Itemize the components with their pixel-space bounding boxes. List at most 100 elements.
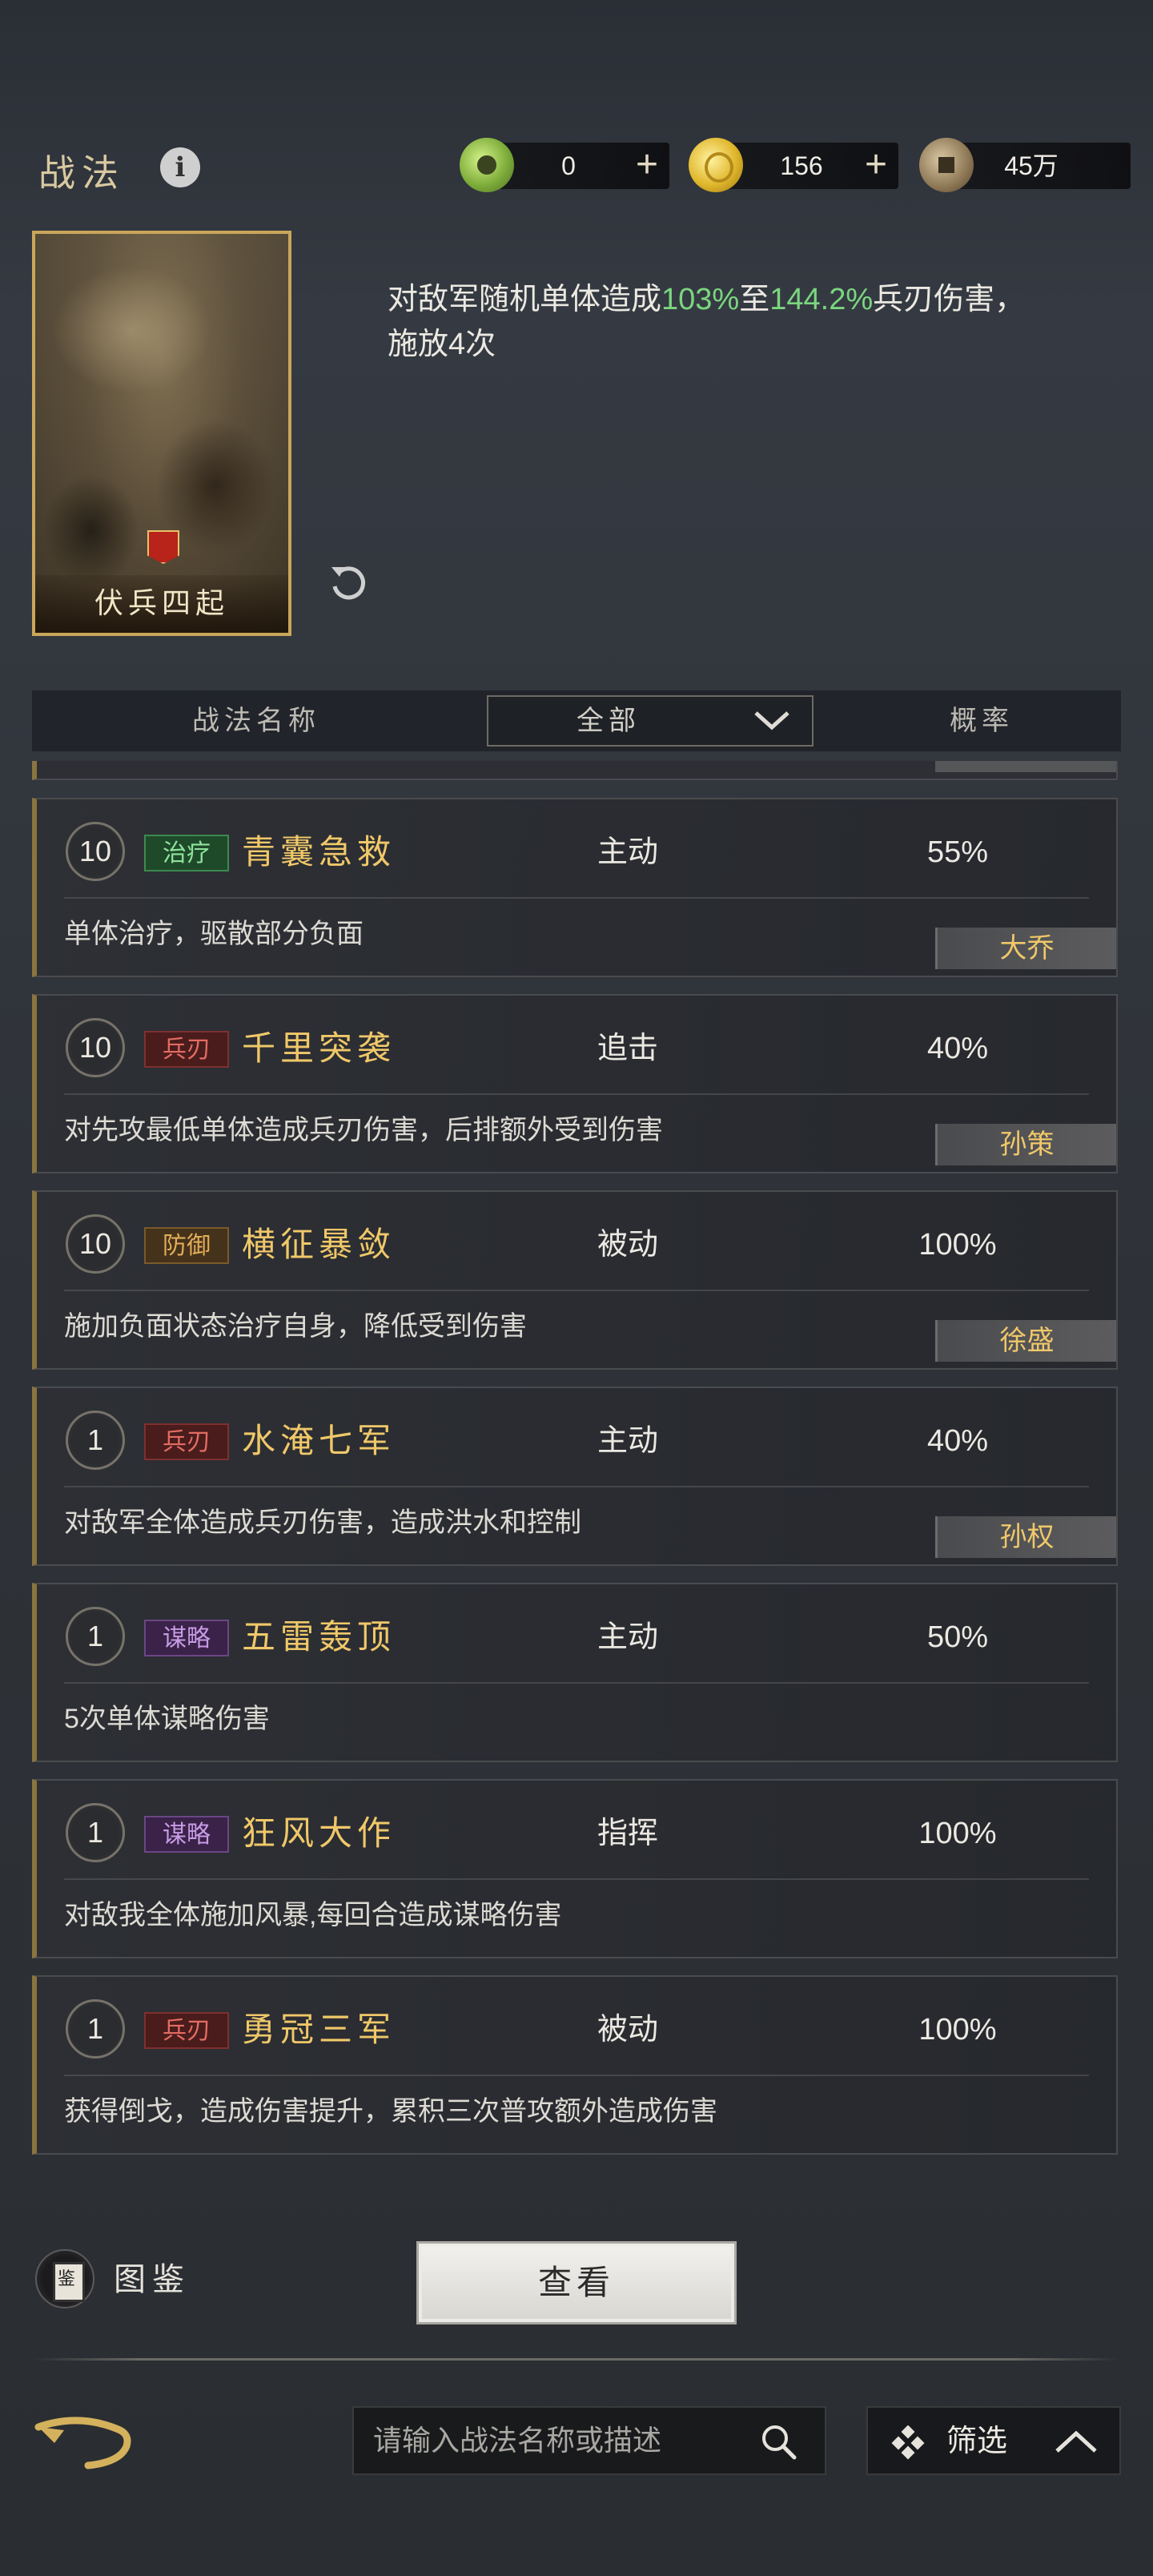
copper-coin-icon [919, 138, 974, 192]
list-item-partial [32, 761, 1118, 780]
skill-tag: 防御 [144, 1227, 229, 1264]
skill-name: 勇冠三军 [242, 2010, 396, 2049]
skill-type: 追击 [597, 1032, 659, 1065]
view-button[interactable]: 查看 [416, 2241, 737, 2324]
skill-card[interactable]: 伏兵四起 [32, 231, 291, 636]
skill-rate: 40% [926, 1032, 989, 1065]
skill-level: 10 [66, 1214, 125, 1274]
divider [64, 1093, 1089, 1095]
skill-description: 单体治疗，驱散部分负面 [64, 919, 364, 949]
skill-description: 5次单体谋略伤害 [64, 1704, 270, 1734]
list-item[interactable]: 1 谋略 狂风大作 指挥 100% 对敌我全体施加风暴,每回合造成谋略伤害 [32, 1779, 1118, 1958]
skill-name: 五雷轰顶 [242, 1617, 396, 1656]
divider [64, 897, 1089, 899]
chevron-down-icon [754, 711, 789, 731]
filter-value: 全部 [576, 705, 641, 737]
skill-rate: 100% [918, 1228, 997, 1262]
hero-tag: 徐盛 [935, 1320, 1116, 1362]
list-item[interactable]: 10 兵刃 千里突袭 追击 40% 对先攻最低单体造成兵刃伤害，后排额外受到伤害… [32, 994, 1118, 1173]
skill-level: 1 [66, 1607, 125, 1666]
divider [64, 1682, 1089, 1684]
skill-tag: 治疗 [144, 835, 229, 871]
jade-coin-icon [460, 138, 514, 192]
skill-level: 1 [66, 1411, 125, 1470]
list-item[interactable]: 10 治疗 青囊急救 主动 55% 单体治疗，驱散部分负面 大乔 [32, 798, 1118, 977]
desc-max-value: 144.2% [769, 283, 874, 316]
skill-name: 千里突袭 [242, 1028, 396, 1068]
add-gold-button[interactable]: + [865, 144, 887, 186]
filter-icon [891, 2425, 925, 2460]
skill-type: 指挥 [597, 1817, 659, 1850]
divider [64, 2075, 1089, 2076]
add-jade-button[interactable]: + [636, 144, 658, 186]
skill-description: 施加负面状态治疗自身，降低受到伤害 [64, 1311, 527, 1342]
list-item[interactable]: 1 谋略 五雷轰顶 主动 50% 5次单体谋略伤害 [32, 1583, 1118, 1762]
list-item[interactable]: 1 兵刃 水淹七军 主动 40% 对敌军全体造成兵刃伤害，造成洪水和控制 孙权 [32, 1387, 1118, 1566]
skill-level: 10 [66, 1018, 125, 1077]
skill-tag: 谋略 [144, 1620, 229, 1656]
skill-type: 被动 [597, 2013, 659, 2047]
skill-description: 对先攻最低单体造成兵刃伤害，后排额外受到伤害 [64, 1115, 663, 1145]
desc-min-value: 103% [661, 283, 740, 316]
skill-rate: 40% [926, 1424, 989, 1458]
chevron-up-icon[interactable] [1054, 2427, 1099, 2456]
table-header: 战法名称 全部 概率 [32, 690, 1121, 751]
card-skill-name: 伏兵四起 [35, 575, 288, 633]
skill-level: 10 [66, 822, 125, 881]
card-badge-icon [147, 530, 179, 564]
filter-label: 筛选 [946, 2425, 1008, 2458]
refresh-icon[interactable] [327, 561, 370, 604]
skill-type: 主动 [597, 1424, 659, 1458]
skill-level: 1 [66, 1999, 125, 2059]
col-rate: 概率 [950, 705, 1014, 737]
info-icon[interactable]: i [160, 147, 200, 187]
skill-type: 主动 [597, 835, 659, 869]
gold-coin-icon [689, 138, 743, 192]
skill-name: 狂风大作 [242, 1813, 396, 1853]
skill-tag: 兵刃 [144, 1423, 229, 1460]
search-input[interactable] [373, 2408, 741, 2473]
jade-amount: 0 [561, 151, 576, 180]
desc-text: 对敌军随机单体造成 [388, 283, 662, 316]
skill-list[interactable]: 10 治疗 青囊急救 主动 55% 单体治疗，驱散部分负面 大乔 10 兵刃 千… [32, 761, 1121, 2155]
divider [64, 1486, 1089, 1487]
list-item[interactable]: 10 防御 横征暴敛 被动 100% 施加负面状态治疗自身，降低受到伤害 徐盛 [32, 1190, 1118, 1370]
col-skill-name: 战法名称 [192, 705, 320, 737]
skill-level: 1 [66, 1803, 125, 1862]
list-item[interactable]: 1 兵刃 勇冠三军 被动 100% 获得倒戈，造成伤害提升，累积三次普攻额外造成… [32, 1975, 1118, 2155]
selected-skill-description: 对敌军随机单体造成103%至144.2%兵刃伤害，施放4次 [388, 277, 1028, 367]
skill-tag: 谋略 [144, 1816, 229, 1853]
divider [64, 1878, 1089, 1880]
skill-type: 被动 [597, 1228, 659, 1262]
skill-rate: 100% [918, 1817, 997, 1850]
skill-description: 对敌我全体施加风暴,每回合造成谋略伤害 [64, 1900, 562, 1930]
gold-amount: 156 [780, 151, 823, 180]
codex-icon[interactable]: 鉴 [35, 2249, 94, 2308]
skill-tag: 兵刃 [144, 2012, 229, 2049]
skill-description: 对敌军全体造成兵刃伤害，造成洪水和控制 [64, 1507, 581, 1538]
search-box[interactable] [352, 2406, 826, 2475]
hero-tag: 孙策 [935, 1124, 1116, 1165]
type-filter-dropdown[interactable]: 全部 [487, 695, 814, 747]
skill-rate: 100% [918, 2013, 997, 2047]
hero-tag: 大乔 [935, 928, 1116, 969]
skill-type: 主动 [597, 1620, 659, 1654]
card-art [51, 266, 211, 394]
copper-amount: 45万 [1004, 151, 1059, 180]
filter-button[interactable]: 筛选 [866, 2406, 1121, 2475]
page-title: 战法 [38, 151, 125, 195]
skill-name: 青囊急救 [242, 832, 396, 871]
skill-rate: 55% [926, 835, 989, 869]
card-art-soldier [43, 474, 139, 586]
jade-resource: 0 + [460, 138, 669, 192]
gold-resource: 156 + [689, 138, 898, 192]
skill-rate: 50% [926, 1620, 989, 1654]
skill-name: 横征暴敛 [242, 1225, 396, 1264]
codex-icon-char: 鉴 [57, 2269, 75, 2289]
desc-text: 至 [739, 283, 770, 316]
codex-label[interactable]: 图鉴 [114, 2257, 191, 2302]
search-icon[interactable] [759, 2422, 799, 2462]
back-arrow-icon[interactable] [32, 2409, 136, 2473]
skill-name: 水淹七军 [242, 1421, 396, 1460]
hero-tag: 孙权 [935, 1516, 1116, 1558]
